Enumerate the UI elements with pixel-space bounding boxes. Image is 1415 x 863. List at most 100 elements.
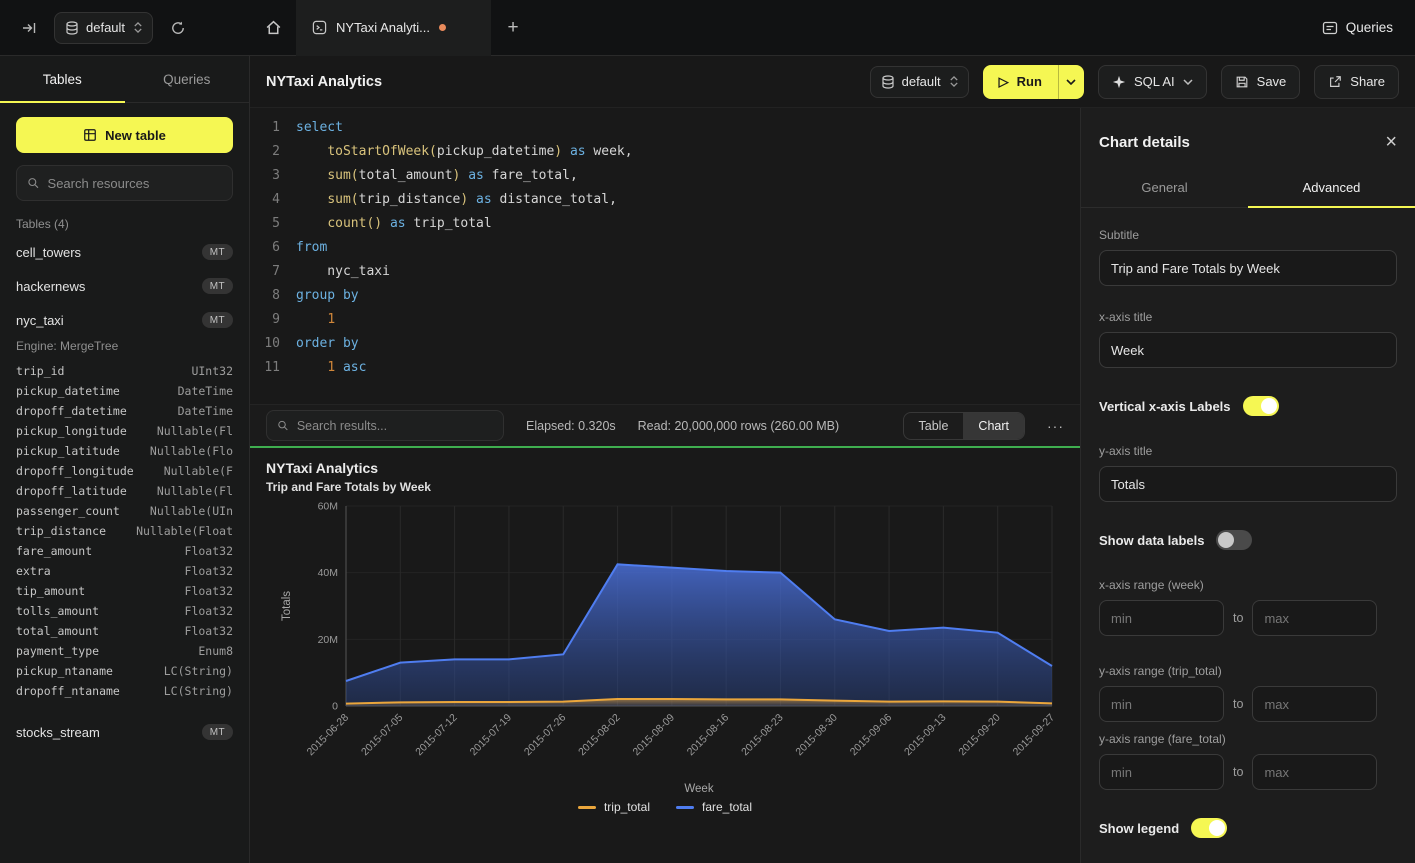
code-line[interactable]: 1select bbox=[250, 116, 1080, 140]
column-row[interactable]: passenger_countNullable(UIn bbox=[16, 501, 233, 521]
results-more-button[interactable]: ··· bbox=[1047, 418, 1064, 434]
column-row[interactable]: total_amountFloat32 bbox=[16, 621, 233, 641]
updown-chevrons-icon bbox=[950, 76, 958, 87]
sidebar-table-cell_towers[interactable]: cell_towersMT bbox=[0, 235, 249, 269]
column-type: Float32 bbox=[185, 624, 233, 638]
column-row[interactable]: pickup_latitudeNullable(Flo bbox=[16, 441, 233, 461]
home-button[interactable] bbox=[250, 0, 296, 56]
column-type: DateTime bbox=[178, 404, 233, 418]
column-row[interactable]: pickup_ntanameLC(String) bbox=[16, 661, 233, 681]
table-name: cell_towers bbox=[16, 245, 81, 260]
legend-item-fare_total[interactable]: fare_total bbox=[676, 800, 752, 814]
code-line[interactable]: 2 toStartOfWeek(pickup_datetime) as week… bbox=[250, 140, 1080, 164]
save-button[interactable]: Save bbox=[1221, 65, 1301, 99]
svg-text:2015-06-28: 2015-06-28 bbox=[305, 712, 352, 759]
queries-button[interactable]: Queries bbox=[1322, 20, 1393, 36]
sidebar-tab-queries[interactable]: Queries bbox=[125, 56, 250, 102]
column-row[interactable]: pickup_longitude Nullable(Fl bbox=[16, 421, 233, 441]
view-tab-chart[interactable]: Chart bbox=[963, 413, 1024, 439]
column-row[interactable]: fare_amountFloat32 bbox=[16, 541, 233, 561]
column-row[interactable]: payment_typeEnum8 bbox=[16, 641, 233, 661]
column-row[interactable]: dropoff_longitudeNullable(F bbox=[16, 461, 233, 481]
query-tab[interactable]: NYTaxi Analyti... bbox=[296, 0, 491, 56]
run-button-main[interactable]: ▷ Run bbox=[983, 65, 1058, 99]
yaxis-range-fare-max-input[interactable] bbox=[1252, 754, 1377, 790]
yaxis-range-fare-label: y-axis range (fare_total) bbox=[1099, 732, 1397, 746]
column-row[interactable]: pickup_datetimeDateTime bbox=[16, 381, 233, 401]
data-labels-toggle[interactable] bbox=[1216, 530, 1252, 550]
xaxis-range-max-input[interactable] bbox=[1252, 600, 1377, 636]
sql-ai-button[interactable]: SQL AI bbox=[1098, 65, 1207, 99]
legend-label: fare_total bbox=[702, 800, 752, 814]
toggle-knob bbox=[1261, 398, 1277, 414]
code-text: from bbox=[296, 236, 327, 260]
save-button-label: Save bbox=[1257, 74, 1287, 89]
yaxis-title-input[interactable] bbox=[1099, 466, 1397, 502]
code-line[interactable]: 11 1 asc bbox=[250, 356, 1080, 380]
column-row[interactable]: trip_idUInt32 bbox=[16, 361, 233, 381]
svg-text:0: 0 bbox=[332, 701, 338, 713]
database-icon bbox=[65, 21, 79, 35]
chart-legend: trip_total fare_total bbox=[266, 800, 1064, 814]
xaxis-range-min-input[interactable] bbox=[1099, 600, 1224, 636]
resource-search-input[interactable] bbox=[48, 176, 222, 191]
sidebar-table-nyc_taxi[interactable]: nyc_taxiMT bbox=[0, 303, 249, 337]
engine-badge: MT bbox=[202, 312, 233, 328]
code-line[interactable]: 9 1 bbox=[250, 308, 1080, 332]
code-text: toStartOfWeek(pickup_datetime) as week, bbox=[296, 140, 633, 164]
column-type: UInt32 bbox=[191, 364, 233, 378]
legend-item-trip_total[interactable]: trip_total bbox=[578, 800, 650, 814]
code-line[interactable]: 6from bbox=[250, 236, 1080, 260]
xaxis-range-row: to bbox=[1099, 600, 1397, 636]
share-button[interactable]: Share bbox=[1314, 65, 1399, 99]
app-root: default NYTaxi Analyti... + bbox=[0, 0, 1415, 863]
subtitle-field-label: Subtitle bbox=[1099, 228, 1397, 242]
yaxis-range-trip-max-input[interactable] bbox=[1252, 686, 1377, 722]
vertical-x-labels-toggle[interactable] bbox=[1243, 396, 1279, 416]
line-number: 10 bbox=[250, 332, 280, 356]
search-icon bbox=[277, 419, 289, 432]
code-line[interactable]: 10order by bbox=[250, 332, 1080, 356]
code-line[interactable]: 5 count() as trip_total bbox=[250, 212, 1080, 236]
yaxis-range-trip-min-input[interactable] bbox=[1099, 686, 1224, 722]
close-icon[interactable]: × bbox=[1385, 132, 1397, 152]
yaxis-range-fare-min-input[interactable] bbox=[1099, 754, 1224, 790]
column-row[interactable]: trip_distanceNullable(Float bbox=[16, 521, 233, 541]
column-row[interactable]: dropoff_datetimeDateTime bbox=[16, 401, 233, 421]
query-database-selector[interactable]: default bbox=[870, 66, 969, 98]
new-tab-button[interactable]: + bbox=[491, 0, 535, 56]
code-line[interactable]: 4 sum(trip_distance) as distance_total, bbox=[250, 188, 1080, 212]
column-row[interactable]: dropoff_ntanameLC(String) bbox=[16, 681, 233, 701]
results-search-input[interactable] bbox=[297, 419, 493, 433]
view-tab-table[interactable]: Table bbox=[904, 413, 964, 439]
column-row[interactable]: tip_amountFloat32 bbox=[16, 581, 233, 601]
refresh-button[interactable] bbox=[163, 13, 193, 43]
topbar-database-selector[interactable]: default bbox=[54, 12, 153, 44]
column-name: pickup_longitude bbox=[16, 424, 127, 438]
column-row[interactable]: dropoff_latitudeNullable(Fl bbox=[16, 481, 233, 501]
code-line[interactable]: 7 nyc_taxi bbox=[250, 260, 1080, 284]
collapse-sidebar-button[interactable] bbox=[14, 13, 44, 43]
panel-tab-general[interactable]: General bbox=[1081, 170, 1248, 207]
subtitle-input[interactable] bbox=[1099, 250, 1397, 286]
sql-editor[interactable]: 1select2 toStartOfWeek(pickup_datetime) … bbox=[250, 108, 1080, 404]
code-line[interactable]: 8group by bbox=[250, 284, 1080, 308]
run-button[interactable]: ▷ Run bbox=[983, 65, 1084, 99]
column-row[interactable]: extraFloat32 bbox=[16, 561, 233, 581]
xaxis-title-input[interactable] bbox=[1099, 332, 1397, 368]
sidebar-table-hackernews[interactable]: hackernewsMT bbox=[0, 269, 249, 303]
sidebar-table-stocks_stream[interactable]: stocks_streamMT bbox=[0, 715, 249, 749]
show-legend-toggle[interactable] bbox=[1191, 818, 1227, 838]
code-line[interactable]: 3 sum(total_amount) as fare_total, bbox=[250, 164, 1080, 188]
panel-tab-advanced[interactable]: Advanced bbox=[1248, 170, 1415, 207]
column-type: Nullable(Fl bbox=[157, 424, 233, 438]
sidebar-tab-tables[interactable]: Tables bbox=[0, 56, 125, 102]
save-icon bbox=[1235, 75, 1249, 89]
line-number: 2 bbox=[250, 140, 280, 164]
chart-section: NYTaxi Analytics Trip and Fare Totals by… bbox=[250, 448, 1080, 863]
new-table-button[interactable]: New table bbox=[16, 117, 233, 153]
run-options-chevron[interactable] bbox=[1058, 65, 1084, 99]
resource-search bbox=[16, 165, 233, 201]
code-text: sum(total_amount) as fare_total, bbox=[296, 164, 578, 188]
column-row[interactable]: tolls_amountFloat32 bbox=[16, 601, 233, 621]
